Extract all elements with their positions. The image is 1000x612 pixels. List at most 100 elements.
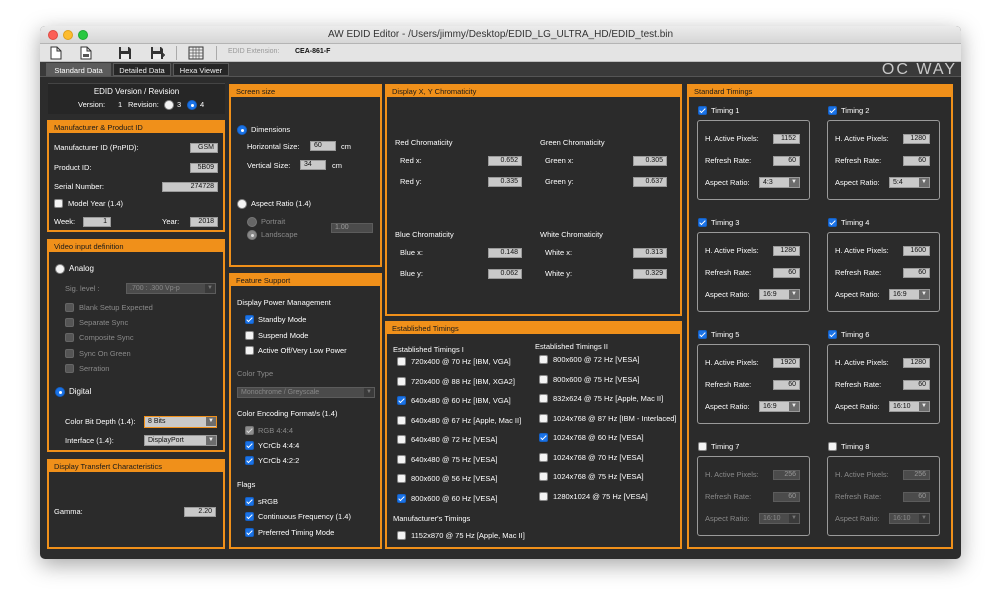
timing-enable-checkbox[interactable]: [828, 442, 837, 451]
active-off-checkbox[interactable]: [245, 346, 254, 355]
red-y-field[interactable]: 0.335: [488, 177, 522, 187]
blue-y-field[interactable]: 0.062: [488, 269, 522, 279]
refresh-rate-field[interactable]: 60: [903, 268, 930, 278]
aspect-ratio-select[interactable]: 16:10 ▼: [759, 513, 800, 524]
established-timing-checkbox[interactable]: [539, 433, 548, 442]
established-timing-checkbox[interactable]: [539, 413, 548, 423]
aspect-ratio-select[interactable]: 16:9 ▼: [759, 289, 800, 300]
portrait-radio[interactable]: [247, 217, 257, 227]
h-active-pixels-field[interactable]: 1280: [773, 246, 800, 256]
vertical-size-field[interactable]: 34: [300, 160, 326, 170]
timing-enable-checkbox[interactable]: [828, 106, 837, 115]
analog-radio[interactable]: [55, 264, 65, 274]
h-active-pixels-field[interactable]: 1280: [903, 134, 930, 144]
timing-enable-checkbox[interactable]: [698, 218, 707, 227]
manufacturer-id-field[interactable]: GSM: [190, 143, 218, 153]
aspect-ratio-field[interactable]: 1.00: [331, 223, 373, 233]
h-active-pixels-field[interactable]: 256: [773, 470, 800, 480]
blank-setup-checkbox[interactable]: [65, 303, 74, 312]
tab-standard-data[interactable]: Standard Data: [46, 63, 111, 76]
refresh-rate-field[interactable]: 60: [773, 492, 800, 502]
established-timing-checkbox[interactable]: [539, 394, 548, 403]
established-timing-checkbox[interactable]: [397, 454, 406, 464]
manufacturer-timing-checkbox[interactable]: [397, 531, 406, 540]
blue-x-field[interactable]: 0.148: [488, 248, 522, 258]
timing-enable-checkbox[interactable]: [828, 330, 837, 339]
aspect-ratio-select[interactable]: 16:10 ▼: [889, 401, 930, 412]
separate-sync-checkbox[interactable]: [65, 318, 74, 327]
new-file-icon[interactable]: [50, 46, 62, 60]
established-timing-checkbox[interactable]: [397, 396, 406, 405]
established-timing-checkbox[interactable]: [397, 415, 406, 425]
tab-hexa-viewer[interactable]: Hexa Viewer: [173, 63, 229, 76]
timing-enable-checkbox[interactable]: [698, 106, 707, 115]
composite-sync-checkbox[interactable]: [65, 333, 74, 342]
h-active-pixels-field[interactable]: 1600: [903, 246, 930, 256]
calculator-icon[interactable]: [188, 46, 204, 60]
established-timing-checkbox[interactable]: [397, 435, 406, 444]
year-field[interactable]: 2018: [190, 217, 218, 227]
interface-select[interactable]: DisplayPort ▼: [144, 435, 217, 446]
refresh-rate-field[interactable]: 60: [773, 380, 800, 390]
established-timing-checkbox[interactable]: [539, 472, 548, 481]
aspect-ratio-select[interactable]: 16:9 ▼: [759, 401, 800, 412]
established-timing-checkbox[interactable]: [397, 493, 406, 503]
aspect-ratio-select[interactable]: 4:3 ▼: [759, 177, 800, 188]
green-x-field[interactable]: 0.305: [633, 156, 667, 166]
timing-enable-checkbox[interactable]: [698, 442, 707, 451]
refresh-rate-field[interactable]: 60: [903, 380, 930, 390]
white-x-field[interactable]: 0.313: [633, 248, 667, 258]
continuous-frequency-checkbox[interactable]: [245, 512, 254, 521]
digital-radio[interactable]: [55, 387, 65, 397]
red-x-field[interactable]: 0.652: [488, 156, 522, 166]
refresh-rate-field[interactable]: 60: [773, 268, 800, 278]
revision-3-radio[interactable]: [164, 100, 174, 110]
h-active-pixels-field[interactable]: 1920: [773, 358, 800, 368]
refresh-rate-field[interactable]: 60: [903, 156, 930, 166]
save-as-icon[interactable]: [150, 46, 166, 60]
tab-detailed-data[interactable]: Detailed Data: [113, 63, 171, 76]
serial-number-field[interactable]: 274728: [162, 182, 218, 192]
week-field[interactable]: 1: [83, 217, 111, 227]
established-timing-checkbox[interactable]: [397, 376, 406, 386]
dimensions-radio[interactable]: [237, 125, 247, 135]
sig-level-select[interactable]: .700 : .300 Vp-p ▼: [126, 283, 216, 294]
aspect-ratio-select[interactable]: 16:9 ▼: [889, 289, 930, 300]
serration-checkbox[interactable]: [65, 364, 74, 373]
established-timing-checkbox[interactable]: [539, 491, 548, 501]
standby-mode-checkbox[interactable]: [245, 315, 254, 324]
sync-on-green-checkbox[interactable]: [65, 349, 74, 358]
refresh-rate-field[interactable]: 60: [773, 156, 800, 166]
green-y-field[interactable]: 0.637: [633, 177, 667, 187]
h-active-pixels-field[interactable]: 1152: [773, 134, 800, 144]
color-type-select[interactable]: Monochrome / Greyscale ▼: [237, 387, 375, 398]
suspend-mode-checkbox[interactable]: [245, 331, 254, 340]
gamma-field[interactable]: 2.20: [184, 507, 216, 517]
established-timing-checkbox[interactable]: [397, 474, 406, 483]
aspect-ratio-radio[interactable]: [237, 199, 247, 209]
landscape-radio[interactable]: [247, 230, 257, 240]
timing-enable-checkbox[interactable]: [698, 330, 707, 339]
established-timing-checkbox[interactable]: [539, 374, 548, 384]
h-active-pixels-field[interactable]: 1280: [903, 358, 930, 368]
established-timing-checkbox[interactable]: [539, 355, 548, 364]
product-id-field[interactable]: 5B09: [190, 163, 218, 173]
revision-4-radio[interactable]: [187, 100, 197, 110]
save-icon[interactable]: [118, 46, 132, 60]
ycrcb422-checkbox[interactable]: [245, 456, 254, 465]
timing-enable-checkbox[interactable]: [828, 218, 837, 227]
model-year-checkbox[interactable]: [54, 199, 63, 208]
aspect-ratio-select[interactable]: 16:10 ▼: [889, 513, 930, 524]
ycrcb444-checkbox[interactable]: [245, 441, 254, 450]
established-timing-checkbox[interactable]: [397, 357, 406, 366]
srgb-checkbox[interactable]: [245, 497, 254, 506]
established-timing-checkbox[interactable]: [539, 452, 548, 462]
h-active-pixels-field[interactable]: 256: [903, 470, 930, 480]
rgb444-checkbox[interactable]: [245, 426, 254, 435]
refresh-rate-field[interactable]: 60: [903, 492, 930, 502]
white-y-field[interactable]: 0.329: [633, 269, 667, 279]
preferred-timing-checkbox[interactable]: [245, 528, 254, 537]
color-bit-depth-select[interactable]: 8 Bits ▼: [144, 416, 217, 428]
open-file-icon[interactable]: [80, 46, 92, 60]
horizontal-size-field[interactable]: 60: [310, 141, 336, 151]
